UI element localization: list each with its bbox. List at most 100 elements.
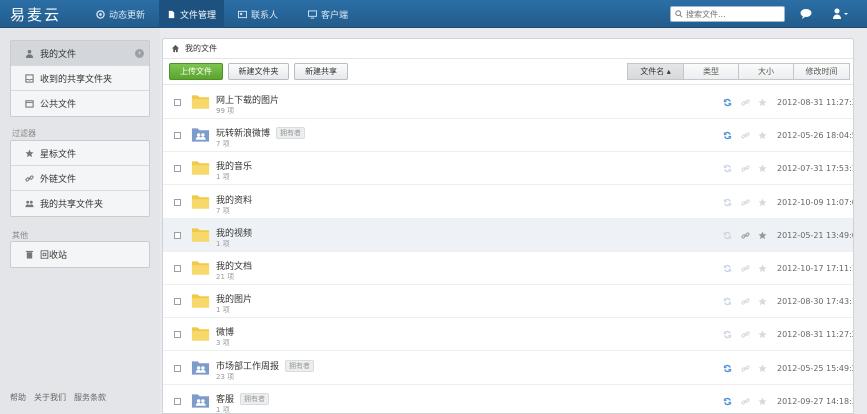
file-row[interactable]: 网上下载的图片 99 项 2012-08-31 11:27:36 (163, 86, 853, 119)
column-size[interactable]: 大小 (738, 63, 794, 80)
star-icon[interactable] (758, 231, 767, 240)
user-menu-icon[interactable] (832, 7, 850, 21)
file-name[interactable]: 玩转新浪微博 拥有者 (216, 126, 306, 140)
star-icon[interactable] (758, 98, 767, 107)
star-icon[interactable] (758, 297, 767, 306)
item-count: 1 项 (216, 405, 230, 414)
row-checkbox[interactable] (174, 165, 181, 173)
file-row[interactable]: 我的图片 1 项 2012-08-30 17:43:10 (163, 285, 853, 319)
new-share-button[interactable]: 新建共享 (294, 63, 348, 80)
star-icon[interactable] (758, 264, 767, 273)
file-row[interactable]: 我的文档 21 项 2012-10-17 17:11:16 (163, 252, 853, 285)
link-icon[interactable] (741, 131, 750, 140)
star-icon[interactable] (758, 198, 767, 207)
owner-badge: 拥有者 (276, 127, 306, 140)
sync-icon[interactable] (723, 330, 732, 339)
link-icon[interactable] (741, 397, 750, 406)
sidebar-item-received-shares[interactable]: 收到的共享文件夹 (11, 66, 149, 91)
file-row[interactable]: 客服 拥有者 1 项 2012-09-27 14:18:36 (163, 385, 853, 414)
column-type[interactable]: 类型 (683, 63, 739, 80)
app-logo[interactable]: 易麦云 (10, 4, 61, 25)
sidebar-item-trash[interactable]: 回收站 (11, 242, 149, 267)
star-icon[interactable] (758, 397, 767, 406)
breadcrumb-current[interactable]: 我的文件 (185, 43, 217, 54)
upload-button[interactable]: 上传文件 (169, 63, 223, 80)
folder-icon (191, 228, 210, 242)
chevron-right-icon: › (135, 49, 144, 58)
sync-icon[interactable] (723, 131, 732, 140)
file-name[interactable]: 我的视频 (216, 226, 252, 239)
file-name[interactable]: 我的文档 (216, 259, 252, 272)
nav-client[interactable]: 客户端 (300, 0, 356, 28)
shared-folder-icon (191, 128, 210, 142)
sync-icon[interactable] (723, 98, 732, 107)
sync-icon[interactable] (723, 264, 732, 273)
nav-activity[interactable]: 动态更新 (88, 0, 153, 28)
sync-icon[interactable] (723, 397, 732, 406)
row-checkbox[interactable] (174, 132, 181, 140)
file-name[interactable]: 市场部工作周报 拥有者 (216, 359, 315, 372)
nav-contacts-label: 联系人 (251, 10, 279, 21)
link-icon[interactable] (741, 330, 750, 339)
row-checkbox[interactable] (174, 265, 181, 272)
message-icon[interactable] (799, 7, 813, 21)
search-input[interactable] (686, 9, 781, 19)
user-icon (25, 49, 34, 58)
sync-icon[interactable] (723, 364, 732, 373)
row-checkbox[interactable] (174, 331, 181, 339)
row-checkbox[interactable] (174, 298, 181, 306)
row-checkbox[interactable] (174, 364, 181, 372)
about-link[interactable]: 关于我们 (34, 392, 66, 403)
row-checkbox[interactable] (174, 99, 181, 106)
file-name[interactable]: 我的图片 (216, 292, 252, 305)
sidebar-item-public-files[interactable]: 公共文件 (11, 91, 149, 116)
file-row[interactable]: 市场部工作周报 拥有者 23 项 2012-05-25 15:49:21 (163, 352, 853, 385)
file-name[interactable]: 客服 拥有者 (216, 392, 270, 405)
star-icon[interactable] (758, 164, 767, 173)
link-icon[interactable] (741, 198, 750, 207)
search-box[interactable] (670, 6, 785, 22)
link-icon[interactable] (741, 264, 750, 273)
file-row[interactable]: 玩转新浪微博 拥有者 7 项 2012-05-26 18:04:59 (163, 119, 853, 153)
group-icon (25, 200, 34, 208)
file-name[interactable]: 网上下载的图片 (216, 93, 279, 106)
item-count: 1 项 (216, 173, 230, 182)
link-icon[interactable] (741, 98, 750, 107)
sidebar-item-label: 我的文件 (40, 49, 77, 60)
column-name[interactable]: 文件名 ▴ (627, 63, 684, 80)
link-icon[interactable] (741, 164, 750, 173)
file-name[interactable]: 我的资料 (216, 193, 252, 206)
sidebar-item-starred[interactable]: 星标文件 (11, 141, 149, 166)
file-row[interactable]: 我的音乐 1 项 2012-07-31 17:53:18 (163, 152, 853, 186)
link-icon[interactable] (741, 231, 750, 240)
file-name[interactable]: 微博 (216, 325, 234, 338)
file-name[interactable]: 我的音乐 (216, 159, 252, 172)
row-checkbox[interactable] (174, 231, 181, 239)
sidebar-item-my-shared[interactable]: 我的共享文件夹 (11, 191, 149, 216)
file-row[interactable]: 我的视频 1 项 2012-05-21 13:49:04 (163, 218, 853, 252)
home-icon[interactable] (171, 44, 180, 53)
file-row[interactable]: 我的资料 7 项 2012-10-09 11:07:03 (163, 186, 853, 219)
nav-activity-label: 动态更新 (109, 10, 146, 21)
row-checkbox[interactable] (174, 397, 181, 405)
nav-contacts[interactable]: 联系人 (230, 0, 286, 28)
help-link[interactable]: 帮助 (10, 392, 26, 403)
link-icon[interactable] (741, 364, 750, 373)
sync-icon[interactable] (723, 297, 732, 306)
file-row[interactable]: 微博 3 项 2012-08-31 11:27:24 (163, 318, 853, 352)
star-icon[interactable] (758, 364, 767, 373)
link-icon[interactable] (741, 297, 750, 306)
terms-link[interactable]: 服务条款 (74, 392, 106, 403)
star-icon[interactable] (758, 330, 767, 339)
sync-icon[interactable] (723, 231, 732, 240)
column-modified[interactable]: 修改时间 (793, 63, 850, 80)
new-folder-button[interactable]: 新建文件夹 (228, 63, 289, 80)
sync-icon[interactable] (723, 198, 732, 207)
row-checkbox[interactable] (174, 198, 181, 206)
sidebar-item-links[interactable]: 外链文件 (11, 166, 149, 191)
star-icon[interactable] (758, 131, 767, 140)
sidebar-item-my-files[interactable]: 我的文件 › (11, 41, 149, 66)
sync-icon[interactable] (723, 164, 732, 173)
folder-icon (191, 261, 210, 275)
nav-files[interactable]: 文件管理 (159, 0, 225, 28)
